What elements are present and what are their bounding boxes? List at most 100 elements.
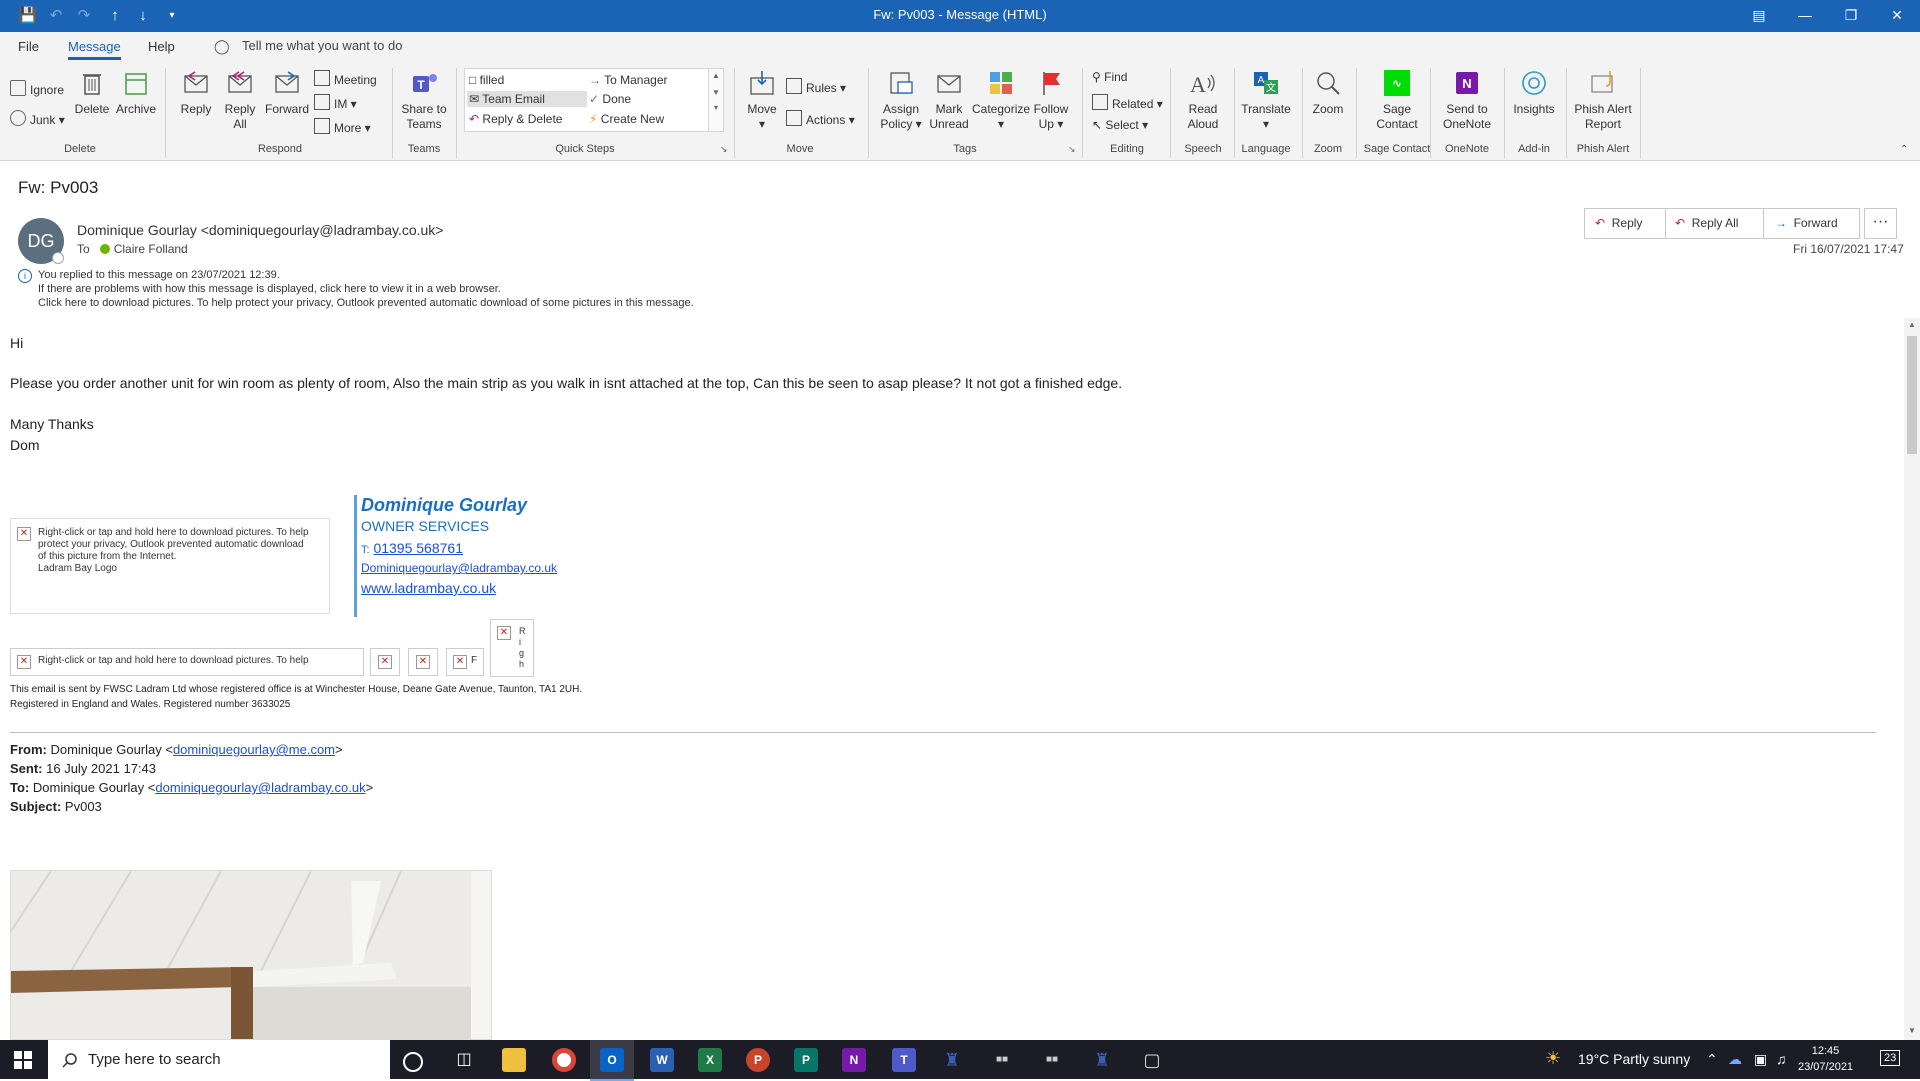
- ribbon-display-options-icon[interactable]: ▤: [1736, 0, 1782, 32]
- reply-all-action-button[interactable]: ↶ Reply All: [1675, 209, 1738, 238]
- mark-unread-button[interactable]: Mark Unread: [926, 68, 972, 132]
- word-icon[interactable]: W: [650, 1048, 674, 1072]
- chrome-icon[interactable]: [552, 1048, 576, 1072]
- sender-name[interactable]: Dominique Gourlay <dominiquegourlay@ladr…: [77, 222, 443, 238]
- scrollbar-thumb[interactable]: [1907, 336, 1917, 454]
- windows-start-icon[interactable]: [14, 1051, 32, 1069]
- powerpoint-icon[interactable]: P: [746, 1048, 770, 1072]
- phone-link[interactable]: 01395 568761: [373, 540, 463, 556]
- app-icon-4[interactable]: ♜: [1090, 1048, 1114, 1072]
- download-pictures-notice[interactable]: Click here to download pictures. To help…: [38, 296, 694, 310]
- attached-photo[interactable]: [10, 870, 492, 1040]
- chevron-down-icon[interactable]: ▼: [709, 88, 723, 97]
- app-icon-2[interactable]: ■■: [990, 1048, 1014, 1072]
- from-email-link[interactable]: dominiquegourlay@me.com: [173, 742, 335, 757]
- quick-steps-launcher-icon[interactable]: ↘: [720, 144, 728, 155]
- reply-action-button[interactable]: ↶ Reply: [1595, 209, 1642, 238]
- task-view-icon[interactable]: ◫: [452, 1048, 476, 1072]
- quick-step-to-manager[interactable]: → To Manager: [589, 73, 668, 87]
- send-to-onenote-button[interactable]: N Send to OneNote: [1436, 68, 1498, 132]
- restore-button[interactable]: ❐: [1828, 0, 1874, 32]
- show-hidden-icons[interactable]: ⌃: [1706, 1051, 1718, 1068]
- network-icon[interactable]: ▣: [1754, 1051, 1767, 1068]
- weather-text[interactable]: 19°C Partly sunny: [1578, 1051, 1690, 1067]
- logo-placeholder[interactable]: ✕ Right-click or tap and hold here to do…: [10, 518, 330, 614]
- read-aloud-button[interactable]: A Read Aloud: [1178, 68, 1228, 132]
- more-respond-button[interactable]: More ▾: [314, 118, 371, 135]
- im-button[interactable]: IM ▾: [314, 94, 357, 111]
- outlook-icon[interactable]: O: [600, 1048, 624, 1072]
- message-scrollbar[interactable]: ▲ ▼: [1904, 318, 1920, 1040]
- categorize-button[interactable]: Categorize ▾: [972, 68, 1030, 132]
- volume-icon[interactable]: ♫: [1776, 1051, 1787, 1067]
- find-button[interactable]: ⚲ Find: [1092, 70, 1127, 84]
- delete-button[interactable]: Delete: [74, 68, 110, 117]
- excel-icon[interactable]: X: [698, 1048, 722, 1072]
- taskbar-clock[interactable]: 12:45 23/07/2021: [1798, 1043, 1853, 1075]
- scroll-down-icon[interactable]: ▼: [1907, 1026, 1917, 1036]
- sage-contact-button[interactable]: ∿ Sage Contact: [1362, 68, 1432, 132]
- share-to-teams-button[interactable]: T Share to Teams: [400, 68, 448, 132]
- translate-button[interactable]: A文 Translate ▾: [1240, 68, 1292, 132]
- tell-me-search[interactable]: Tell me what you want to do: [242, 38, 402, 53]
- image-placeholder[interactable]: ✕: [370, 648, 400, 676]
- meeting-button[interactable]: Meeting: [314, 70, 377, 87]
- quick-step-team-email[interactable]: ✉ Team Email: [467, 91, 587, 107]
- to-email-link[interactable]: dominiquegourlay@ladrambay.co.uk: [155, 780, 365, 795]
- reply-button[interactable]: Reply: [176, 68, 216, 117]
- app-icon-5[interactable]: ▢: [1140, 1048, 1164, 1072]
- teams-icon[interactable]: T: [892, 1048, 916, 1072]
- banner-placeholder[interactable]: ✕ Right-click or tap and hold here to do…: [10, 648, 364, 676]
- forward-button[interactable]: Forward: [264, 68, 310, 117]
- recipient-name[interactable]: Claire Folland: [114, 242, 188, 256]
- taskbar-search[interactable]: Type here to search: [48, 1040, 390, 1079]
- tab-help[interactable]: Help: [148, 39, 175, 54]
- forward-action-button[interactable]: → Forward: [1775, 209, 1838, 238]
- rules-button[interactable]: Rules ▾: [786, 78, 846, 95]
- web-browser-notice[interactable]: If there are problems with how this mess…: [38, 282, 694, 296]
- quick-step-reply-delete[interactable]: ↶ Reply & Delete: [469, 112, 562, 126]
- quick-step-filled[interactable]: □ filled: [469, 73, 504, 87]
- email-link[interactable]: Dominiquegourlay@ladrambay.co.uk: [361, 561, 557, 575]
- publisher-icon[interactable]: P: [794, 1048, 818, 1072]
- follow-up-button[interactable]: Follow Up ▾: [1030, 68, 1072, 132]
- onedrive-icon[interactable]: ☁: [1728, 1051, 1742, 1068]
- more-actions-button[interactable]: ···: [1864, 208, 1897, 239]
- quick-step-done[interactable]: ✓ Done: [589, 92, 631, 106]
- unread-mail-icon: [937, 75, 961, 93]
- tab-file[interactable]: File: [18, 39, 39, 54]
- quick-step-create-new[interactable]: ⚡ Create New: [589, 112, 664, 126]
- notifications-badge[interactable]: 23: [1880, 1050, 1901, 1066]
- junk-button[interactable]: Junk ▾: [10, 110, 65, 127]
- related-button[interactable]: Related ▾: [1092, 94, 1163, 111]
- app-icon-1[interactable]: ♜: [940, 1048, 964, 1072]
- assign-policy-button[interactable]: Assign Policy ▾: [876, 68, 926, 132]
- expand-gallery-icon[interactable]: ▾: [709, 103, 723, 112]
- scroll-up-icon[interactable]: ▲: [1907, 320, 1917, 330]
- image-placeholder[interactable]: ✕: [408, 648, 438, 676]
- zoom-button[interactable]: Zoom: [1308, 68, 1348, 117]
- weather-icon[interactable]: ☀: [1545, 1048, 1561, 1069]
- image-placeholder[interactable]: ✕ R i g h: [490, 619, 534, 677]
- app-icon-3[interactable]: ■■: [1040, 1048, 1064, 1072]
- ignore-button[interactable]: Ignore: [10, 80, 64, 97]
- select-button[interactable]: ↖ Select ▾: [1092, 118, 1148, 132]
- actions-button[interactable]: Actions ▾: [786, 110, 855, 127]
- collapse-ribbon-icon[interactable]: ⌃: [1900, 144, 1908, 155]
- reply-all-button[interactable]: Reply All: [220, 68, 260, 132]
- phish-alert-report-button[interactable]: Phish Alert Report: [1572, 68, 1634, 132]
- cortana-icon[interactable]: [403, 1052, 423, 1072]
- tags-launcher-icon[interactable]: ↘: [1068, 144, 1076, 155]
- move-button[interactable]: Move ▾: [742, 68, 782, 132]
- file-explorer-icon[interactable]: [502, 1048, 526, 1072]
- image-placeholder[interactable]: ✕ F: [446, 648, 484, 676]
- minimize-button[interactable]: —: [1782, 0, 1828, 32]
- chevron-up-icon[interactable]: ▲: [709, 71, 723, 80]
- website-link[interactable]: www.ladrambay.co.uk: [361, 580, 496, 596]
- insights-button[interactable]: Insights: [1510, 68, 1558, 117]
- archive-button[interactable]: Archive: [114, 68, 158, 117]
- quick-steps-scroll[interactable]: ▲ ▼ ▾: [708, 69, 723, 131]
- tab-message[interactable]: Message: [68, 39, 121, 60]
- close-button[interactable]: ✕: [1874, 0, 1920, 32]
- onenote-icon[interactable]: N: [842, 1048, 866, 1072]
